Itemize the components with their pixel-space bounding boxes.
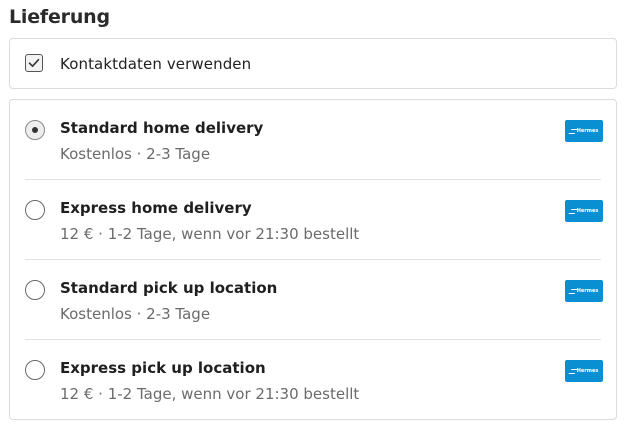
- delivery-option-standard-home[interactable]: Standard home delivery Kostenlos · 2-3 T…: [10, 100, 616, 180]
- delivery-option-radio[interactable]: [25, 120, 45, 140]
- section-title: Lieferung: [9, 6, 110, 28]
- delivery-option-subtitle: 12 € · 1-2 Tage, wenn vor 21:30 bestellt: [60, 225, 360, 243]
- delivery-options-list: Standard home delivery Kostenlos · 2-3 T…: [9, 99, 617, 420]
- delivery-option-radio[interactable]: [25, 280, 45, 300]
- delivery-option-radio[interactable]: [25, 360, 45, 380]
- hermes-logo-icon: Hermes: [565, 200, 603, 222]
- delivery-option-title: Standard home delivery: [60, 119, 264, 137]
- delivery-option-radio[interactable]: [25, 200, 45, 220]
- checkmark-icon: [28, 58, 40, 67]
- delivery-option-standard-pickup[interactable]: Standard pick up location Kostenlos · 2-…: [10, 260, 616, 340]
- hermes-logo-icon: Hermes: [565, 360, 603, 382]
- delivery-option-subtitle: 12 € · 1-2 Tage, wenn vor 21:30 bestellt: [60, 385, 360, 403]
- use-contact-data-checkbox[interactable]: [25, 54, 43, 72]
- delivery-option-title: Express pick up location: [60, 359, 266, 377]
- delivery-option-express-home[interactable]: Express home delivery 12 € · 1-2 Tage, w…: [10, 180, 616, 260]
- use-contact-data-label: Kontaktdaten verwenden: [60, 55, 252, 73]
- use-contact-data-row[interactable]: Kontaktdaten verwenden: [9, 38, 617, 89]
- delivery-option-subtitle: Kostenlos · 2-3 Tage: [60, 305, 211, 323]
- delivery-option-title: Standard pick up location: [60, 279, 278, 297]
- delivery-option-title: Express home delivery: [60, 199, 252, 217]
- hermes-logo-icon: Hermes: [565, 120, 603, 142]
- hermes-logo-icon: Hermes: [565, 280, 603, 302]
- delivery-option-express-pickup[interactable]: Express pick up location 12 € · 1-2 Tage…: [10, 340, 616, 420]
- delivery-option-subtitle: Kostenlos · 2-3 Tage: [60, 145, 211, 163]
- radio-selected-dot: [31, 126, 38, 133]
